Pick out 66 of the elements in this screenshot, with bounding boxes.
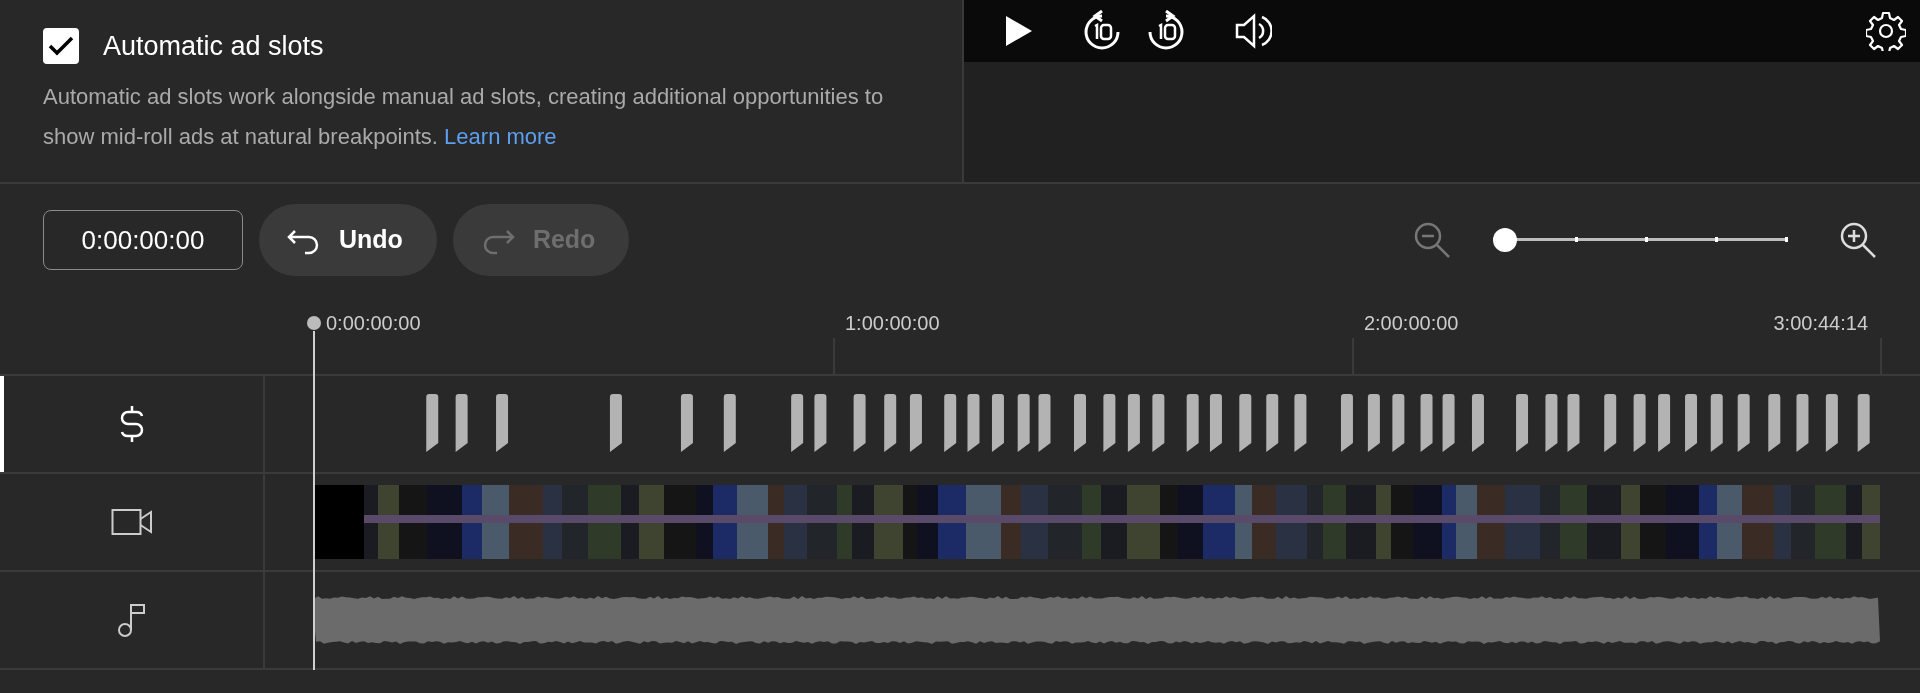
ad-slot-marker[interactable] bbox=[991, 394, 1004, 452]
ad-slot-marker[interactable] bbox=[1152, 394, 1165, 452]
ad-slot-marker[interactable] bbox=[455, 394, 468, 452]
ad-slot-marker[interactable] bbox=[1239, 394, 1252, 452]
ad-slot-marker[interactable] bbox=[1857, 394, 1870, 452]
ad-slot-marker[interactable] bbox=[1340, 394, 1353, 452]
timestamp-label: 0:00:00:00 bbox=[325, 311, 421, 336]
ad-slot-marker[interactable] bbox=[1442, 394, 1455, 452]
ad-slot-marker[interactable] bbox=[1604, 394, 1617, 452]
zoom-out-icon[interactable] bbox=[1413, 221, 1451, 259]
ad-slot-marker[interactable] bbox=[1103, 394, 1116, 452]
ad-slot-marker[interactable] bbox=[426, 394, 439, 452]
ad-slot-marker[interactable] bbox=[884, 394, 897, 452]
ad-slot-marker[interactable] bbox=[967, 394, 980, 452]
ad-slot-marker[interactable] bbox=[1516, 394, 1529, 452]
ad-slot-marker[interactable] bbox=[1420, 394, 1433, 452]
ad-slot-marker[interactable] bbox=[1567, 394, 1580, 452]
ad-slot-marker[interactable] bbox=[1633, 394, 1646, 452]
settings-icon[interactable] bbox=[1866, 11, 1906, 51]
forward-10-icon[interactable] bbox=[1146, 10, 1186, 52]
ad-slot-marker[interactable] bbox=[1209, 394, 1222, 452]
video-camera-icon bbox=[110, 507, 153, 537]
undo-button[interactable]: Undo bbox=[259, 204, 437, 276]
ad-slot-marker[interactable] bbox=[723, 394, 736, 452]
learn-more-link[interactable]: Learn more bbox=[444, 123, 557, 149]
ad-slot-marker[interactable] bbox=[1796, 394, 1809, 452]
ad-slot-marker[interactable] bbox=[1294, 394, 1307, 452]
playhead-handle[interactable] bbox=[307, 316, 321, 330]
ad-slot-marker[interactable] bbox=[496, 394, 509, 452]
play-icon[interactable] bbox=[1004, 14, 1034, 48]
ad-slot-marker[interactable] bbox=[1768, 394, 1781, 452]
timestamp-label: 2:00:00:00 bbox=[1362, 311, 1459, 336]
slider-thumb[interactable] bbox=[1493, 228, 1517, 252]
track-header[interactable] bbox=[0, 376, 265, 472]
timestamp-label: 3:00:44:14 bbox=[1772, 311, 1868, 336]
ad-slot-marker[interactable] bbox=[1266, 394, 1279, 452]
ad-slot-marker[interactable] bbox=[1186, 394, 1199, 452]
rewind-10-icon[interactable] bbox=[1082, 10, 1122, 52]
checkbox[interactable] bbox=[43, 28, 79, 65]
ad-slot-marker[interactable] bbox=[1545, 394, 1558, 452]
option-label: Automatic ad slots bbox=[103, 30, 324, 63]
ad-slot-marker[interactable] bbox=[1074, 394, 1086, 452]
volume-icon[interactable] bbox=[1234, 13, 1272, 49]
ad-slot-marker[interactable] bbox=[1038, 394, 1051, 452]
ad-slot-marker[interactable] bbox=[1737, 394, 1750, 452]
ad-slot-marker[interactable] bbox=[853, 394, 866, 452]
ad-slot-marker[interactable] bbox=[791, 394, 804, 452]
ad-slot-marker[interactable] bbox=[609, 394, 622, 452]
ad-slot-marker[interactable] bbox=[1825, 394, 1838, 452]
ad-slot-marker[interactable] bbox=[1685, 394, 1698, 452]
ad-slot-marker[interactable] bbox=[814, 394, 827, 452]
ad-slot-marker[interactable] bbox=[1392, 394, 1405, 452]
zoom-in-icon[interactable] bbox=[1839, 221, 1877, 259]
ad-slot-marker[interactable] bbox=[1017, 394, 1030, 452]
ad-slot-marker[interactable] bbox=[680, 394, 693, 452]
ad-slot-marker[interactable] bbox=[1658, 394, 1671, 452]
option-description: Automatic ad slots work alongside manual ad slots, creating additional opportunities to show mid-roll ads at natural breakpoints. Learn more bbox=[43, 82, 885, 151]
ad-slot-marker[interactable] bbox=[1127, 394, 1140, 452]
ad-slot-marker[interactable] bbox=[1471, 394, 1484, 452]
ad-slot-marker[interactable] bbox=[909, 394, 922, 452]
timecode-field[interactable]: 0:00:00:00 bbox=[43, 210, 243, 270]
music-note-icon bbox=[116, 602, 147, 638]
ad-slot-marker[interactable] bbox=[1367, 394, 1380, 452]
ad-slot-marker[interactable] bbox=[944, 394, 957, 452]
timestamp-label: 1:00:00:00 bbox=[843, 311, 940, 336]
ad-slot-marker[interactable] bbox=[1710, 394, 1723, 452]
